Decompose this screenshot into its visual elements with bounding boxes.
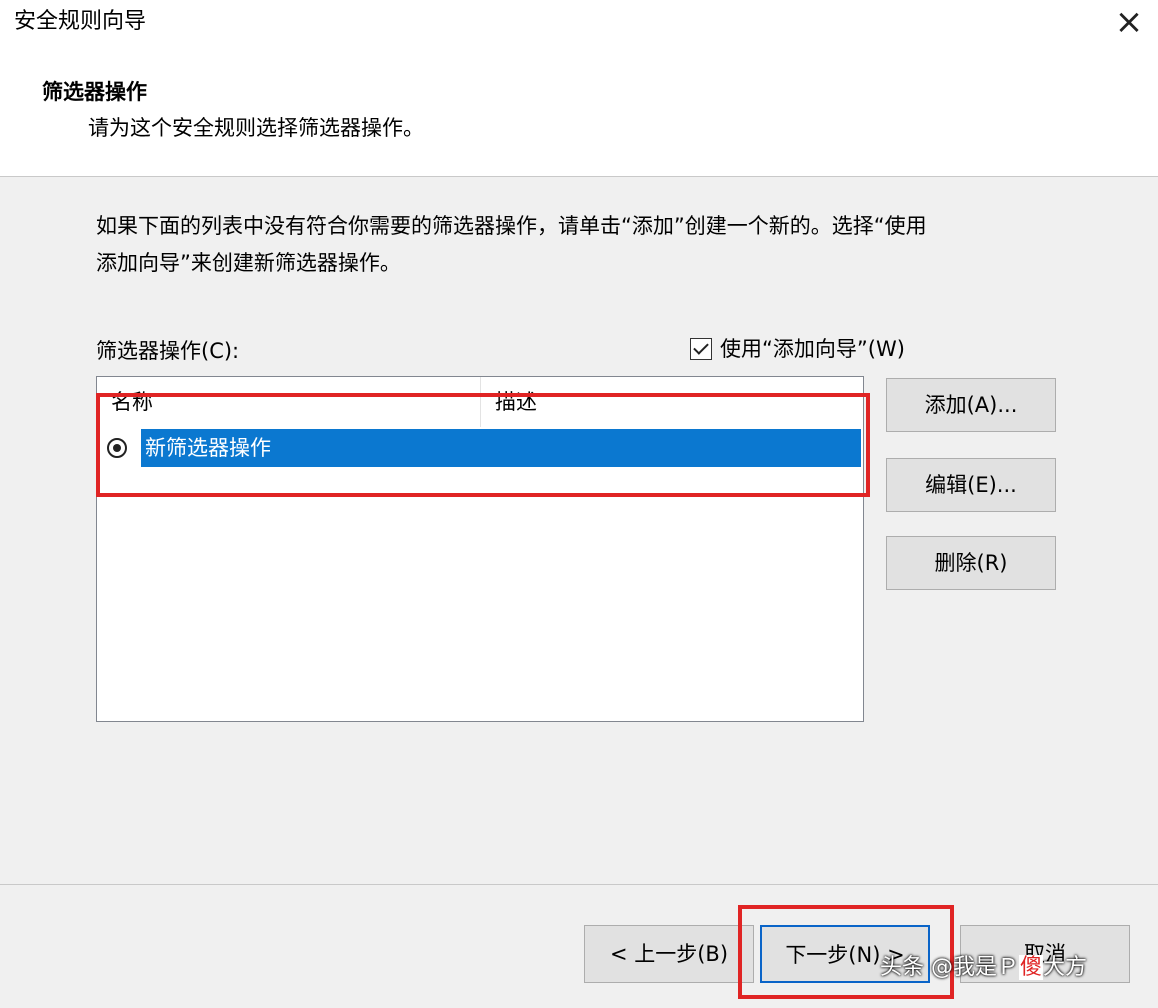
window-title: 安全规则向导 xyxy=(14,9,147,34)
instruction-text: 如果下面的列表中没有符合你需要的筛选器操作，请单击“添加”创建一个新的。选择“使… xyxy=(96,214,927,275)
filter-action-list-label: 筛选器操作(C): xyxy=(96,339,240,363)
list-item[interactable]: 新筛选器操作 xyxy=(141,429,861,467)
page-subtitle: 请为这个安全规则选择筛选器操作。 xyxy=(88,116,424,140)
back-button[interactable]: < 上一步(B) xyxy=(584,925,754,983)
page-title: 筛选器操作 xyxy=(42,80,147,104)
edit-button[interactable]: 编辑(E)... xyxy=(886,458,1056,512)
wizard-header xyxy=(0,46,1158,177)
use-add-wizard-checkbox[interactable]: 使用“添加向导”(W) xyxy=(690,334,905,364)
title-bar xyxy=(0,0,1158,46)
watermark: 头条 @我是Ｐ傻大方 xyxy=(880,950,1087,986)
use-add-wizard-label: 使用“添加向导”(W) xyxy=(720,337,905,361)
footer-divider xyxy=(0,884,1158,885)
checkbox-checked-icon[interactable] xyxy=(690,338,712,360)
delete-button[interactable]: 删除(R) xyxy=(886,536,1056,590)
add-button[interactable]: 添加(A)... xyxy=(886,378,1056,432)
watermark-suffix: 大方 xyxy=(1043,955,1088,980)
radio-selected-icon[interactable] xyxy=(107,438,127,458)
watermark-prefix: 头条 @我是Ｐ xyxy=(880,955,1019,980)
column-header-name[interactable]: 名称 xyxy=(97,377,481,427)
filter-action-list[interactable]: 名称 描述 新筛选器操作 xyxy=(96,376,864,722)
close-icon[interactable]: × xyxy=(1110,4,1148,42)
column-header-description[interactable]: 描述 xyxy=(481,377,865,427)
watermark-accent: 傻 xyxy=(1019,955,1044,980)
